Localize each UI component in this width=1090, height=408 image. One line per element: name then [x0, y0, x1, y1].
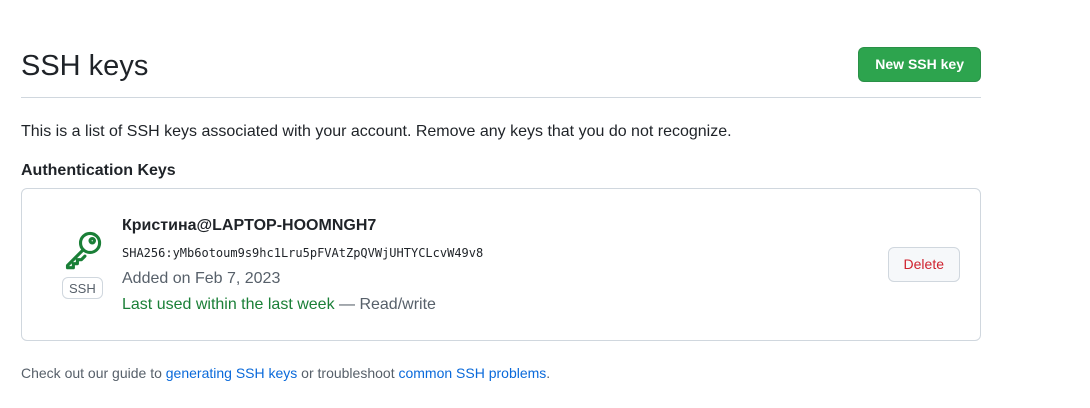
common-ssh-problems-link[interactable]: common SSH problems: [398, 365, 546, 381]
key-access-level: Read/write: [359, 296, 436, 313]
footer-middle: or troubleshoot: [297, 365, 399, 381]
key-title: Кристина@LAPTOP-HOOMNGH7: [122, 217, 377, 234]
last-used-text: Last used within the last week: [122, 296, 335, 313]
footer-suffix: .: [546, 365, 551, 381]
key-added-date: Added on Feb 7, 2023: [122, 270, 281, 287]
key-last-used: Last used within the last week — Read/wr…: [122, 294, 436, 316]
ssh-badge-container: SSH: [62, 277, 103, 299]
ssh-key-item: SSH Кристина@LAPTOP-HOOMNGH7 SHA256:yMb6…: [21, 188, 981, 341]
footer-prefix: Check out our guide to: [21, 365, 166, 381]
delete-key-button[interactable]: Delete: [887, 247, 960, 282]
new-ssh-key-button[interactable]: New SSH key: [858, 47, 981, 82]
key-icon-container: [59, 227, 109, 271]
key-fingerprint: SHA256:yMb6otoum9s9hc1Lru5pFVAtZpQVWjUHT…: [122, 246, 484, 260]
access-separator: —: [334, 296, 360, 313]
page-title: SSH keys: [21, 50, 149, 82]
footer-help-text: Check out our guide to generating SSH ke…: [21, 363, 550, 383]
intro-text: This is a list of SSH keys associated wi…: [21, 123, 732, 140]
ssh-type-badge: SSH: [62, 277, 103, 299]
key-icon: [65, 231, 102, 270]
section-title-authentication-keys: Authentication Keys: [21, 162, 176, 179]
page-header: SSH keys New SSH key: [21, 0, 981, 98]
generating-ssh-keys-link[interactable]: generating SSH keys: [166, 365, 298, 381]
ssh-keys-page: SSH keys New SSH key This is a list of S…: [21, 0, 981, 381]
